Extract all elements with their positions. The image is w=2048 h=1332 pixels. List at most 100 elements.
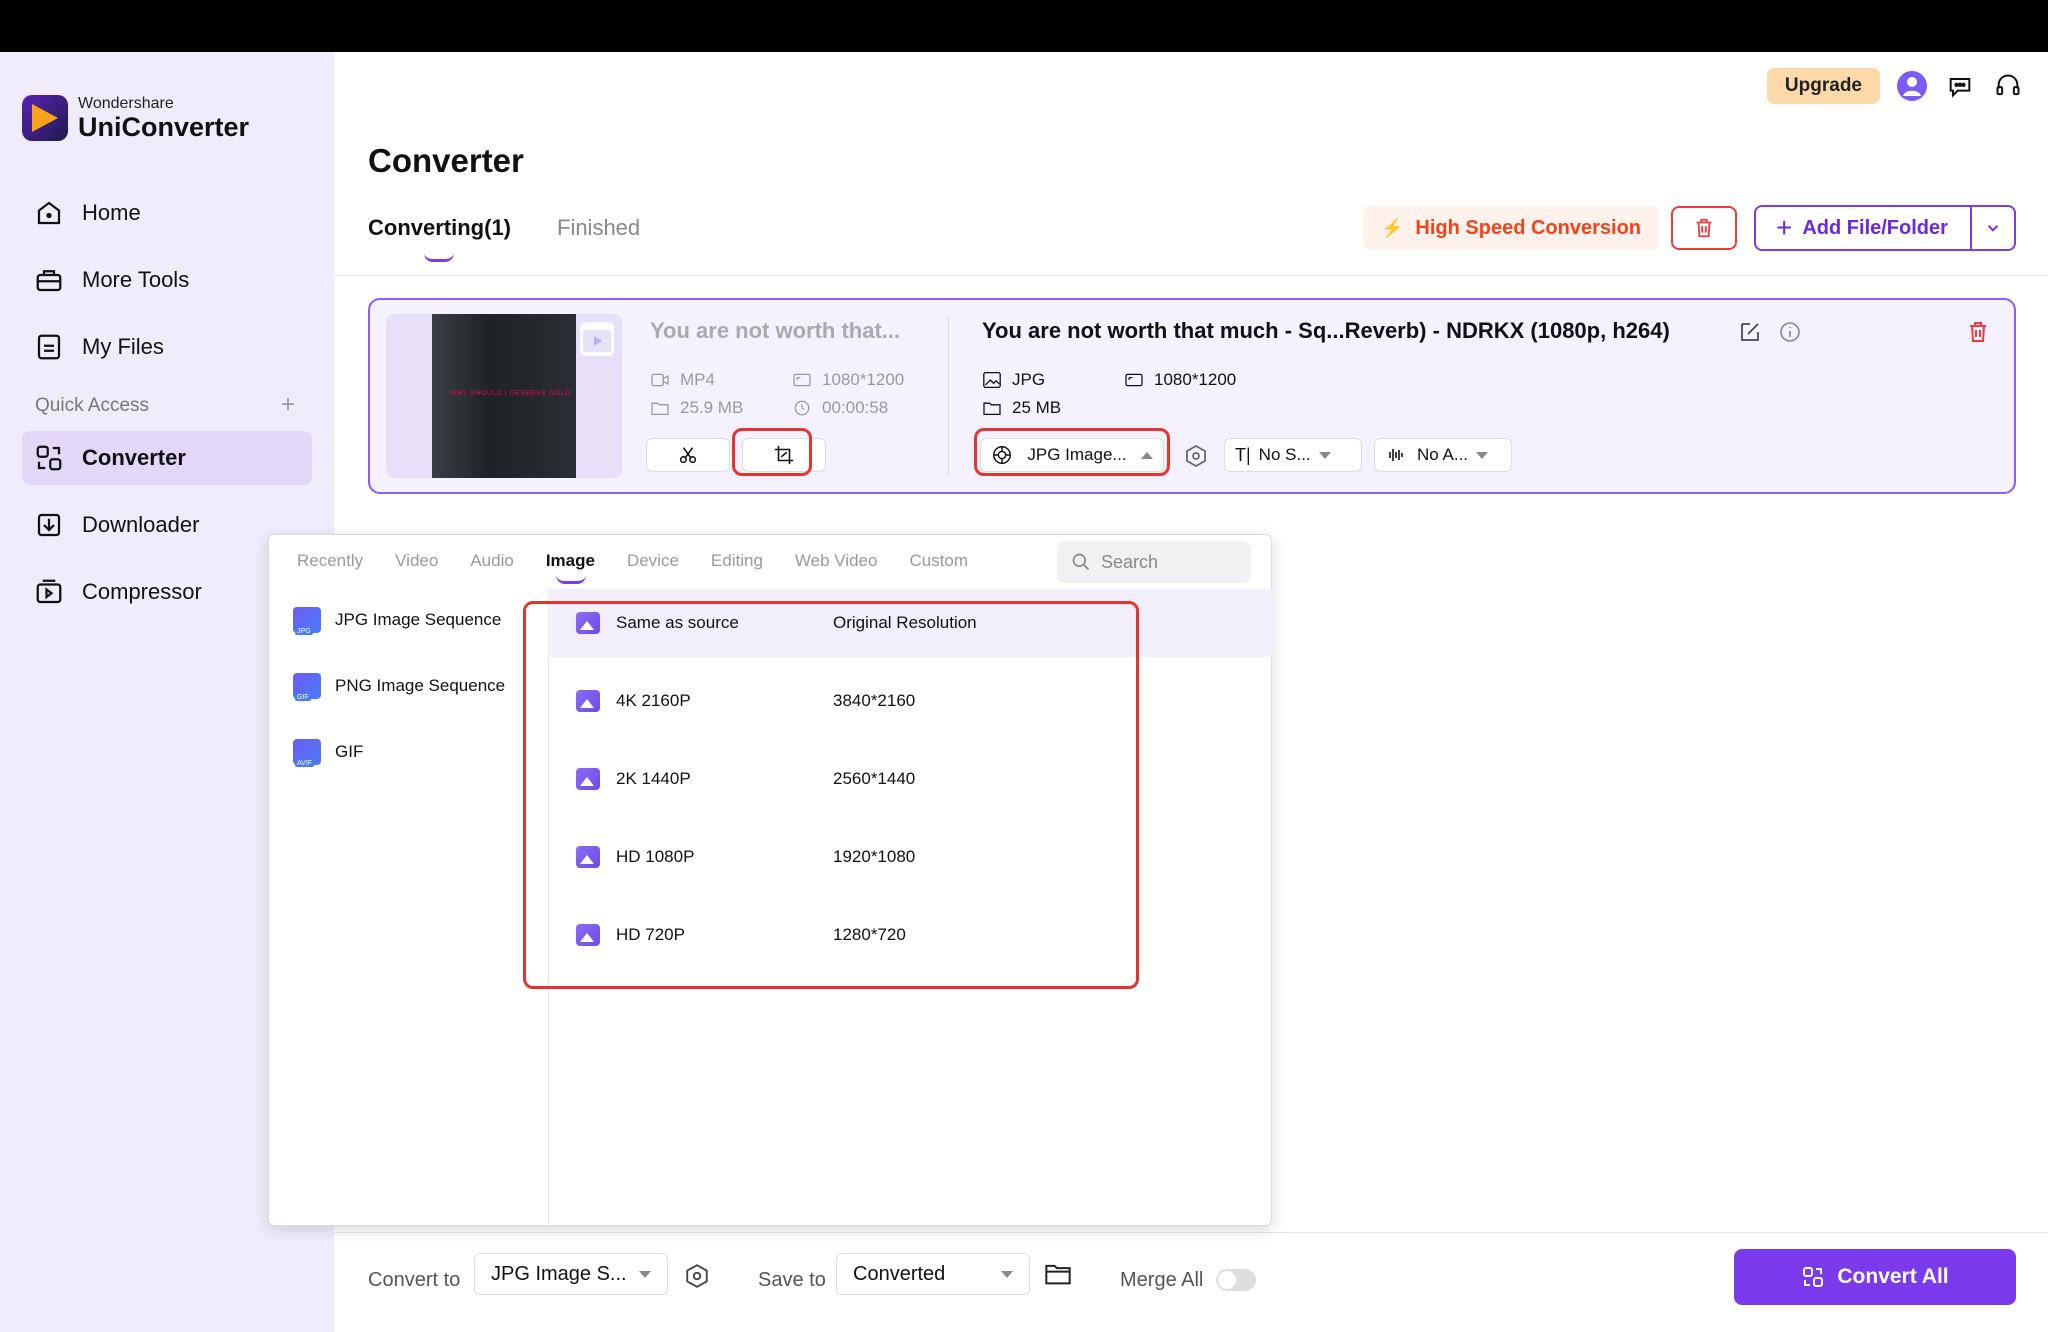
source-resolution-value: 1080*1200 bbox=[822, 370, 905, 389]
tab-custom[interactable]: Custom bbox=[909, 551, 968, 571]
video-icon bbox=[651, 373, 669, 387]
tab-finished[interactable]: Finished bbox=[557, 215, 640, 241]
convert-all-button[interactable]: Convert All bbox=[1734, 1249, 2016, 1305]
card-divider bbox=[948, 316, 949, 476]
convert-to-label: Convert to bbox=[368, 1269, 461, 1291]
folder-icon bbox=[651, 402, 669, 416]
tab-device[interactable]: Device bbox=[627, 551, 679, 571]
source-size-value: 25.9 MB bbox=[680, 398, 744, 417]
format-item-jpg[interactable]: JPG JPG Image Sequence bbox=[293, 607, 502, 635]
resolution-highlight bbox=[523, 601, 1139, 989]
save-to-label: Save to bbox=[758, 1269, 826, 1291]
headset-icon[interactable] bbox=[1992, 70, 2024, 102]
output-format: JPG bbox=[982, 370, 1045, 390]
output-file-title: You are not worth that much - Sq...Rever… bbox=[982, 318, 1670, 343]
thumbnail-caption: WHY SHOULD I DESERVE GOLD bbox=[450, 390, 571, 397]
header-divider bbox=[334, 275, 2048, 276]
add-quick-access-icon[interactable]: + bbox=[281, 393, 295, 417]
sidebar-item-my-files[interactable]: My Files bbox=[22, 320, 312, 374]
format-highlight bbox=[974, 428, 1170, 476]
chat-icon[interactable] bbox=[1944, 70, 1976, 102]
trim-button[interactable] bbox=[646, 438, 730, 472]
delete-all-button[interactable] bbox=[1671, 206, 1737, 250]
tab-editing[interactable]: Editing bbox=[711, 551, 763, 571]
tab-video[interactable]: Video bbox=[395, 551, 438, 571]
format-label: GIF bbox=[335, 742, 364, 761]
output-size: 25 MB bbox=[982, 398, 1061, 418]
subtitle-select[interactable]: T| No S... bbox=[1224, 438, 1362, 472]
format-search-input[interactable]: Search bbox=[1057, 541, 1251, 583]
play-preview-icon[interactable] bbox=[580, 322, 614, 356]
brand-logo: Wondershare UniConverter bbox=[22, 95, 249, 141]
jpg-image-icon: JPG bbox=[293, 607, 321, 635]
clock-icon bbox=[794, 400, 810, 416]
output-resolution-value: 1080*1200 bbox=[1154, 370, 1237, 389]
plus-icon: + bbox=[1776, 212, 1793, 243]
format-dropdown: Recently Video Audio Image Device Editin… bbox=[268, 534, 1272, 1227]
lightning-icon: ⚡ bbox=[1381, 217, 1404, 238]
resolution-icon bbox=[793, 373, 811, 387]
high-speed-label: High Speed Conversion bbox=[1415, 216, 1642, 239]
sidebar-item-more-tools[interactable]: More Tools bbox=[22, 253, 312, 307]
format-list: JPG JPG Image Sequence GIF PNG Image Seq… bbox=[269, 589, 549, 1227]
audio-select-value: No A... bbox=[1417, 445, 1469, 464]
crop-highlight bbox=[732, 428, 812, 476]
trash-icon bbox=[1696, 218, 1712, 238]
format-item-gif[interactable]: AVIF GIF bbox=[293, 739, 364, 767]
quick-access-header: Quick Access + bbox=[35, 393, 295, 417]
format-label: JPG Image Sequence bbox=[335, 610, 502, 629]
output-format-value: JPG bbox=[1012, 370, 1046, 389]
high-speed-conversion-button[interactable]: ⚡ High Speed Conversion bbox=[1363, 206, 1660, 250]
brand-company: Wondershare bbox=[78, 95, 174, 112]
avatar[interactable] bbox=[1896, 70, 1928, 102]
sidebar-item-label: Converter bbox=[82, 445, 186, 470]
sidebar-item-label: My Files bbox=[82, 334, 164, 359]
source-file-title: You are not worth that... bbox=[650, 318, 901, 343]
home-icon bbox=[37, 201, 61, 225]
edit-name-icon[interactable] bbox=[1738, 320, 1762, 344]
audio-select[interactable]: No A... bbox=[1374, 438, 1512, 472]
search-icon bbox=[1072, 553, 1090, 571]
chevron-down-icon[interactable] bbox=[1972, 219, 2014, 237]
caret-down-icon bbox=[1476, 451, 1489, 459]
upgrade-button[interactable]: Upgrade bbox=[1766, 68, 1880, 104]
output-size-value: 25 MB bbox=[1012, 398, 1062, 417]
format-badge: AVIF bbox=[295, 760, 315, 767]
compress-icon bbox=[36, 579, 62, 604]
sidebar-item-home[interactable]: Home bbox=[22, 186, 312, 240]
caret-down-icon bbox=[1318, 451, 1331, 459]
convert-to-select[interactable]: JPG Image S... bbox=[474, 1253, 668, 1295]
sidebar-item-label: Compressor bbox=[82, 579, 202, 604]
trash-icon[interactable] bbox=[1966, 320, 1990, 344]
image-icon bbox=[983, 371, 1001, 389]
source-resolution: 1080*1200 bbox=[792, 370, 904, 390]
source-size: 25.9 MB bbox=[650, 398, 743, 418]
sidebar-item-converter[interactable]: Converter bbox=[22, 431, 312, 485]
add-file-button[interactable]: + Add File/Folder bbox=[1754, 205, 2016, 251]
sidebar-item-label: More Tools bbox=[82, 267, 190, 292]
format-item-png[interactable]: GIF PNG Image Sequence bbox=[293, 673, 505, 701]
sidebar-item-label: Home bbox=[82, 200, 141, 225]
tab-web-video[interactable]: Web Video bbox=[795, 551, 878, 571]
merge-all-toggle[interactable] bbox=[1216, 1269, 1256, 1291]
info-icon[interactable] bbox=[1778, 320, 1802, 344]
folder-icon bbox=[983, 402, 1001, 416]
video-thumbnail[interactable]: WHY SHOULD I DESERVE GOLD bbox=[386, 314, 622, 478]
convert-to-value: JPG Image S... bbox=[491, 1262, 627, 1285]
merge-all-label: Merge All bbox=[1120, 1269, 1204, 1291]
caret-down-icon bbox=[639, 1270, 651, 1278]
source-duration: 00:00:58 bbox=[792, 398, 888, 418]
tab-audio[interactable]: Audio bbox=[470, 551, 513, 571]
settings-icon[interactable] bbox=[1184, 444, 1208, 468]
folder-icon[interactable] bbox=[1044, 1261, 1072, 1287]
save-to-select[interactable]: Converted bbox=[836, 1253, 1030, 1295]
quick-access-label: Quick Access bbox=[35, 395, 150, 416]
tab-converting[interactable]: Converting(1) bbox=[368, 215, 511, 262]
tab-image[interactable]: Image bbox=[546, 551, 595, 584]
source-format-value: MP4 bbox=[680, 370, 715, 389]
tab-recently[interactable]: Recently bbox=[297, 551, 363, 571]
resolution-icon bbox=[1125, 373, 1143, 387]
png-image-icon: GIF bbox=[293, 673, 321, 701]
caret-down-icon bbox=[1001, 1270, 1013, 1278]
settings-icon[interactable] bbox=[684, 1263, 710, 1289]
